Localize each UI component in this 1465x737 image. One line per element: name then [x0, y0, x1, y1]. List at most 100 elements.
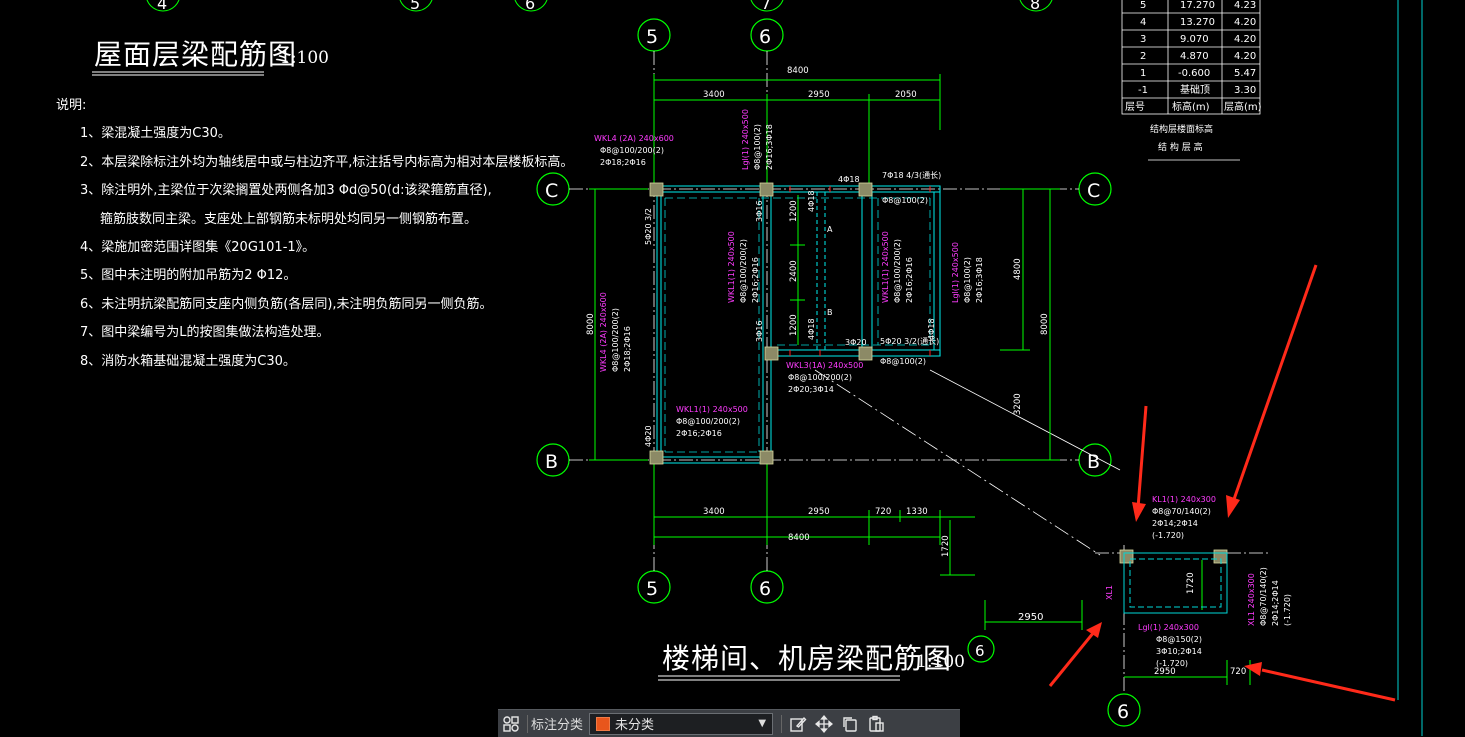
beam-label: WKL1(1) 240x500 [727, 231, 736, 303]
note-item: 1、梁混凝土强度为C30。 [80, 126, 231, 142]
beam-label: 2Φ14;2Φ14 [1271, 580, 1280, 626]
annotation-toolbar: 标注分类 未分类 ▼ [498, 709, 960, 737]
beam-label: Φ8@100/200(2) [893, 239, 902, 303]
beam-label: Φ8@150(2) [1156, 635, 1202, 644]
axis-label-c: C [1087, 180, 1100, 202]
beam-label: Lgl(1) 240x500 [741, 109, 750, 170]
beam-label: Φ8@100/200(2) [600, 146, 664, 155]
beam-label: 2Φ16;2Φ16 [905, 257, 914, 303]
design-notes: 说明: 1、梁混凝土强度为C30。 2、本层梁除标注外均为轴线居中或与柱边齐平,… [56, 92, 573, 376]
dim-text: 2950 [808, 90, 830, 100]
table-cell: 3 [1140, 34, 1146, 45]
table-cell: 基础顶 [1180, 83, 1210, 96]
copy-icon[interactable] [837, 711, 863, 737]
rebar-label: 3Φ16 [755, 200, 764, 222]
beam-label: 2Φ16;3Φ18 [975, 257, 984, 303]
table-cell: 17.270 [1180, 0, 1215, 11]
move-icon[interactable] [811, 711, 837, 737]
beam-label: Φ8@100/200(2) [788, 373, 852, 382]
table-cell: 5.47 [1234, 68, 1256, 79]
dim-text: 3200 [1013, 393, 1023, 415]
beam-label: 2Φ14;2Φ14 [1152, 519, 1198, 528]
axis-label-b: B [1087, 451, 1100, 473]
top-axis-label: 6 [525, 0, 535, 13]
beam-label: 2Φ16;2Φ16 [751, 257, 760, 303]
category-color-swatch [596, 716, 611, 731]
table-caption: 结 构 层 高 [1158, 141, 1203, 153]
table-cell: 13.270 [1180, 17, 1215, 28]
beam-label: KL1(1) 240x300 [1152, 495, 1216, 504]
table-caption: 结构层楼面标高 [1150, 123, 1213, 135]
beam-label: WKL4 (2A) 240x600 [599, 292, 608, 372]
dim-text: 8400 [787, 66, 809, 76]
beam-label: (-1.720) [1152, 531, 1184, 540]
beam-label: WKL1(1) 240x500 [676, 405, 748, 414]
dim-text: 8000 [586, 313, 596, 335]
table-header: 层高(m) [1224, 100, 1262, 113]
top-axis-bubbles [146, 0, 1053, 12]
rebar-label: 4Φ18 [807, 190, 816, 212]
paste-icon[interactable] [863, 711, 889, 737]
red-annotation-arrows [1048, 264, 1396, 702]
section-marker: A [827, 225, 833, 234]
rebar-label: 3Φ16 [755, 320, 764, 342]
axis-label-6: 6 [1117, 701, 1129, 723]
table-cell: 4.23 [1234, 0, 1256, 11]
table-cell: 1 [1140, 68, 1146, 79]
level-table-text: 5 17.270 4.23 4 13.270 4.20 3 9.070 4.20… [1125, 0, 1262, 153]
table-cell: 2 [1140, 51, 1146, 62]
toolbar-divider [781, 714, 783, 733]
beam-label: 2Φ20;3Φ14 [788, 385, 834, 394]
axis-label-b: B [545, 451, 558, 473]
dim-text: 1200 [789, 200, 799, 222]
table-cell: 5 [1140, 0, 1146, 11]
axis-label-5: 5 [646, 578, 658, 600]
note-item: 4、梁施加密范围详图集《20G101-1》。 [80, 240, 316, 256]
axis-label-5: 5 [646, 26, 658, 48]
toolbar-divider [527, 714, 528, 733]
dim-text: 1720 [941, 535, 951, 557]
beam-label: Φ8@100(2) [963, 257, 972, 303]
beam-label: Φ8@100/200(2) [739, 239, 748, 303]
edit-icon[interactable] [785, 711, 811, 737]
top-axis-label: 7 [761, 0, 771, 13]
annotation-category-select[interactable]: 未分类 ▼ [589, 712, 774, 735]
category-icon[interactable] [498, 711, 524, 737]
beam-label: 2Φ18;2Φ16 [600, 158, 646, 167]
beam-label: WKL3(1A) 240x500 [786, 361, 863, 370]
beam-label: WKL1(1) 240x500 [881, 231, 890, 303]
beam-label: (-1.720) [1283, 594, 1292, 626]
dim-text: 4800 [1013, 258, 1023, 280]
annotation-category-label: 标注分类 [531, 718, 584, 733]
beam-label: Φ8@100/200(2) [676, 417, 740, 426]
dim-text: 720 [875, 507, 891, 517]
table-cell: -0.600 [1178, 68, 1210, 79]
beam-label: 2Φ16;3Φ18 [765, 124, 774, 170]
roof-plan-title: 屋面层梁配筋图 [94, 38, 298, 71]
dim-text: 1330 [906, 507, 928, 517]
top-axis-label: 8 [1030, 0, 1040, 13]
dim-text: 3400 [703, 507, 725, 517]
chevron-down-icon: ▼ [758, 718, 767, 729]
beam-label: Lgl(1) 240x500 [951, 242, 960, 303]
section-marker: B [827, 308, 833, 317]
rebar-label: 4Φ18 [838, 175, 860, 184]
rebar-label: Φ8@100(2) [880, 357, 926, 366]
top-axis-label: 5 [410, 0, 420, 13]
beam-label: Φ8@70/140(2) [1152, 507, 1211, 516]
beam-label: Φ8@70/140(2) [1259, 567, 1268, 626]
rebar-label: 3Φ20 [845, 338, 867, 347]
axis-label-6: 6 [759, 26, 771, 48]
table-cell: 9.070 [1180, 34, 1209, 45]
beam-label: 2Φ18;2Φ16 [623, 326, 632, 372]
rebar-label: 4Φ18 [807, 318, 816, 340]
beam-label: Φ8@100(2) [753, 124, 762, 170]
rebar-label: 4Φ20 [644, 425, 653, 447]
note-item: 6、未注明抗梁配筋同支座内侧负筋(各层同),未注明负筋同另一侧负筋。 [80, 296, 493, 312]
note-item: 5、图中未注明的附加吊筋为2 Φ12。 [80, 268, 297, 284]
stair-plan-scale: 1:100 [916, 652, 965, 672]
beam-label: XL1 240x300 [1247, 573, 1256, 626]
dim-text: 8400 [788, 533, 810, 543]
notes-heading: 说明: [56, 98, 87, 113]
table-header: 层号 [1125, 101, 1145, 113]
